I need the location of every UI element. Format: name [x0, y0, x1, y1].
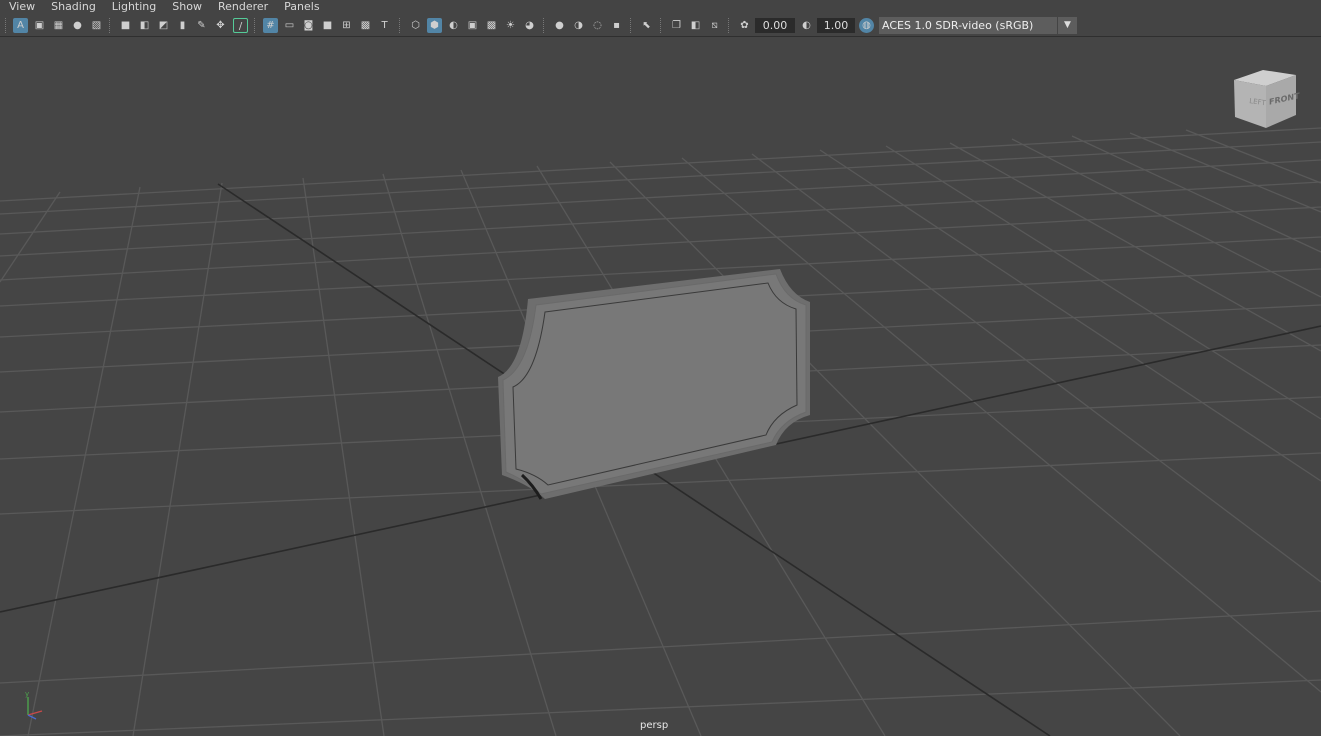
- toolbar-separator: [660, 18, 663, 33]
- wireframe-icon[interactable]: ⬡: [408, 18, 423, 33]
- safe-title-icon[interactable]: T: [377, 18, 392, 33]
- mesh-plaque: [498, 269, 810, 500]
- image-plane-icon[interactable]: ●: [70, 18, 85, 33]
- menu-lighting[interactable]: Lighting: [103, 0, 163, 14]
- resolution-gate-icon[interactable]: ◙: [301, 18, 316, 33]
- toolbar-separator: [254, 18, 257, 33]
- menu-panels[interactable]: Panels: [275, 0, 326, 14]
- toolbar-separator: [728, 18, 731, 33]
- two-d-pan-icon[interactable]: ▧: [89, 18, 104, 33]
- view-cube[interactable]: LEFT FRONT: [1230, 65, 1300, 135]
- xray-joints-icon[interactable]: ◧: [688, 18, 703, 33]
- bookmark-icon[interactable]: ▮: [175, 18, 190, 33]
- toolbar-separator: [543, 18, 546, 33]
- menu-shading[interactable]: Shading: [42, 0, 103, 14]
- color-management-icon[interactable]: ◍: [859, 18, 874, 33]
- lock-camera-icon[interactable]: ◧: [137, 18, 152, 33]
- gate-mask-icon[interactable]: ■: [320, 18, 335, 33]
- camera-name-label: persp: [640, 720, 669, 731]
- pan-zoom-icon[interactable]: ✥: [213, 18, 228, 33]
- axis-y-label: y: [25, 690, 29, 698]
- xray-active-components-icon[interactable]: ⧅: [707, 18, 722, 33]
- textured-icon[interactable]: ▣: [465, 18, 480, 33]
- motion-blur-icon[interactable]: ◑: [571, 18, 586, 33]
- toolbar-separator: [630, 18, 633, 33]
- panel-toolbar: A ▣ ▦ ● ▧ ■ ◧ ◩ ▮ ✎ ✥ / # ▭ ◙ ■ ⊞ ▩ T ⬡ …: [0, 14, 1321, 37]
- chevron-down-icon[interactable]: ▼: [1058, 17, 1077, 34]
- panel-menubar: View Shading Lighting Show Renderer Pane…: [0, 0, 1321, 14]
- ambient-occlusion-icon[interactable]: ●: [552, 18, 567, 33]
- isolate-select-icon[interactable]: ⬉: [639, 18, 654, 33]
- gamma-field[interactable]: 1.00: [817, 18, 855, 33]
- grease-pencil-icon[interactable]: ✎: [194, 18, 209, 33]
- bookmark-icon[interactable]: ▦: [51, 18, 66, 33]
- toolbar-separator: [399, 18, 402, 33]
- color-space-select[interactable]: ACES 1.0 SDR-video (sRGB): [879, 17, 1057, 34]
- toolbar-separator: [109, 18, 112, 33]
- viewport-3d[interactable]: LEFT FRONT y: [0, 37, 1321, 736]
- safe-action-icon[interactable]: ▩: [358, 18, 373, 33]
- gamma-icon[interactable]: ◐: [799, 18, 814, 33]
- xray-icon[interactable]: ❐: [669, 18, 684, 33]
- toolbar-separator: [5, 18, 8, 33]
- use-default-material-icon[interactable]: ▩: [484, 18, 499, 33]
- camera-icon[interactable]: ■: [118, 18, 133, 33]
- menu-renderer[interactable]: Renderer: [209, 0, 275, 14]
- depth-of-field-icon[interactable]: ▪: [609, 18, 624, 33]
- brush-icon[interactable]: /: [233, 18, 248, 33]
- exposure-icon[interactable]: ✿: [737, 18, 752, 33]
- shadows-icon[interactable]: ◕: [522, 18, 537, 33]
- lighting-icon[interactable]: ☀: [503, 18, 518, 33]
- exposure-field[interactable]: 0.00: [755, 18, 795, 33]
- camera-settings-icon[interactable]: ◩: [156, 18, 171, 33]
- field-chart-icon[interactable]: ⊞: [339, 18, 354, 33]
- film-gate-icon[interactable]: ▭: [282, 18, 297, 33]
- smooth-shade-icon[interactable]: ⬢: [427, 18, 442, 33]
- grid-icon[interactable]: #: [263, 18, 278, 33]
- menu-view[interactable]: View: [0, 0, 42, 14]
- select-camera-icon[interactable]: A: [13, 18, 28, 33]
- menu-show[interactable]: Show: [163, 0, 209, 14]
- anti-aliasing-icon[interactable]: ◌: [590, 18, 605, 33]
- viewport-scene: [0, 127, 1321, 736]
- axis-gizmo-icon: y: [25, 690, 43, 720]
- wireframe-on-shaded-icon[interactable]: ◐: [446, 18, 461, 33]
- camera-attributes-icon[interactable]: ▣: [32, 18, 47, 33]
